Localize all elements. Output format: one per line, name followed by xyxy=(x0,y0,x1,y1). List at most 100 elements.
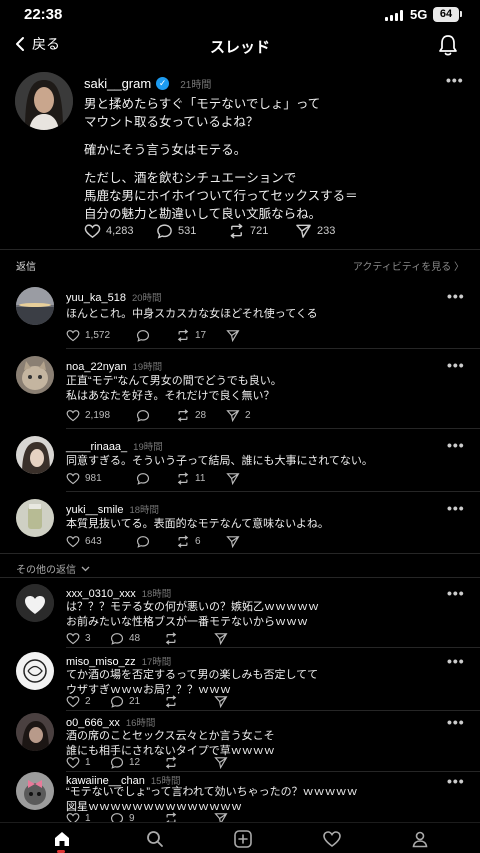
divider xyxy=(66,710,480,711)
avatar[interactable] xyxy=(16,584,54,622)
more-icon[interactable]: ••• xyxy=(446,72,464,88)
like-button[interactable]: 2 xyxy=(66,695,110,708)
battery-tip xyxy=(460,11,462,17)
post-paragraph: 男と揉めたらすぐ「モテないでしょ」って マウント取る女っているよね？ xyxy=(84,97,321,129)
comment-button[interactable]: 21 xyxy=(110,695,164,708)
avatar[interactable] xyxy=(16,772,54,810)
share-button[interactable] xyxy=(214,695,228,708)
like-button[interactable]: 1 xyxy=(66,756,110,769)
share-button[interactable] xyxy=(226,535,240,548)
send-icon xyxy=(226,330,240,342)
share-button[interactable] xyxy=(214,632,228,645)
like-button[interactable]: 981 xyxy=(66,472,136,485)
reply-text: てか酒の場を否定するって男の楽しみも否定してて ウザすぎｗｗｗお局？？？ｗｗｗ xyxy=(66,669,319,696)
repost-button[interactable]: 28 xyxy=(176,409,226,422)
reply-author[interactable]: ____rinaaa_ 19時間 xyxy=(66,439,163,453)
avatar[interactable] xyxy=(15,72,73,130)
more-icon[interactable]: ••• xyxy=(447,357,465,373)
post-actions: 4,283 531 721 233 xyxy=(84,223,335,239)
more-icon[interactable]: ••• xyxy=(447,288,465,304)
reply-author[interactable]: yuki__smile 18時間 xyxy=(66,502,159,516)
more-icon[interactable]: ••• xyxy=(447,585,465,601)
avatar[interactable] xyxy=(16,713,54,751)
search-icon[interactable] xyxy=(145,829,165,849)
comment-icon xyxy=(136,410,150,422)
username[interactable]: saki__gram xyxy=(84,76,151,91)
avatar[interactable] xyxy=(16,436,54,474)
comment-button[interactable]: 48 xyxy=(110,632,164,645)
comment-icon xyxy=(110,696,124,708)
repost-icon xyxy=(230,223,243,239)
comment-icon xyxy=(136,536,150,548)
bell-icon[interactable] xyxy=(437,33,459,57)
send-icon xyxy=(214,696,228,708)
more-icon[interactable]: ••• xyxy=(447,437,465,453)
send-icon xyxy=(226,536,240,548)
comment-button[interactable] xyxy=(136,409,176,422)
more-icon[interactable]: ••• xyxy=(447,653,465,669)
reply-actions: 1 12 xyxy=(66,756,228,769)
comment-button[interactable] xyxy=(136,472,176,485)
more-icon[interactable]: ••• xyxy=(447,714,465,730)
send-icon xyxy=(296,224,311,238)
heart-icon xyxy=(66,410,80,422)
more-icon[interactable]: ••• xyxy=(447,500,465,516)
avatar[interactable] xyxy=(16,356,54,394)
repost-button[interactable]: 6 xyxy=(176,535,226,548)
share-button[interactable] xyxy=(214,756,228,769)
repost-button[interactable]: 11 xyxy=(176,472,226,485)
post-paragraph: ただし、酒を飲むシチュエーションで 馬鹿な男にホイホイついて行ってセックスする＝自… xyxy=(84,171,358,221)
reply-text: ほんとこれ。中身スカスカな女ほどそれ使ってくる xyxy=(66,308,318,320)
reply-author[interactable]: yuu_ka_518 20時間 xyxy=(66,290,162,304)
repost-icon xyxy=(165,632,177,645)
comment-button[interactable]: 531 xyxy=(156,223,228,239)
other-replies-toggle[interactable]: その他の返信 xyxy=(16,561,90,576)
repost-button[interactable]: 721 xyxy=(228,223,295,239)
reply-text: 酒の席のことセックス云々とか言う女こそ 誰にも相手にされないタイプで草ｗｗｗｗ xyxy=(66,730,275,757)
share-button[interactable]: 233 xyxy=(295,223,335,239)
reply-text: 本質見抜いてる。表面的なモテなんて意味ないよね。 xyxy=(66,518,329,530)
compose-icon[interactable] xyxy=(233,829,253,849)
reply-actions: 2,198 28 2 xyxy=(66,409,251,422)
page-title: スレッド xyxy=(209,39,270,56)
like-button[interactable]: 643 xyxy=(66,535,136,548)
comment-icon xyxy=(110,633,124,645)
repost-button[interactable] xyxy=(164,632,214,645)
heart-icon xyxy=(66,633,80,645)
like-button[interactable]: 2,198 xyxy=(66,409,136,422)
repost-button[interactable]: 17 xyxy=(176,329,226,342)
like-button[interactable]: 1,572 xyxy=(66,329,136,342)
comment-icon xyxy=(157,224,172,239)
divider xyxy=(66,491,480,492)
comment-button[interactable] xyxy=(136,535,176,548)
share-button[interactable]: 2 xyxy=(226,409,251,422)
profile-icon[interactable] xyxy=(410,829,430,849)
comment-icon xyxy=(110,757,124,769)
like-button[interactable]: 3 xyxy=(66,632,110,645)
comment-button[interactable] xyxy=(136,329,176,342)
reply-author[interactable]: miso_miso_zz 17時間 xyxy=(66,654,171,668)
repost-icon xyxy=(177,329,189,342)
post-author[interactable]: saki__gram ✓ 21時間 xyxy=(84,76,211,91)
divider xyxy=(66,647,480,648)
heart-icon xyxy=(66,757,80,769)
reply-author[interactable]: xxx_0310_xxx 18時間 xyxy=(66,586,171,600)
repost-icon xyxy=(177,472,189,485)
battery-icon: 64 xyxy=(433,7,459,22)
comment-button[interactable]: 12 xyxy=(110,756,164,769)
avatar[interactable] xyxy=(16,499,54,537)
heart-icon[interactable] xyxy=(322,829,342,849)
avatar[interactable] xyxy=(16,287,54,325)
reply-author[interactable]: o0_666_xx 16時間 xyxy=(66,715,155,729)
home-icon[interactable] xyxy=(52,829,72,849)
repost-button[interactable] xyxy=(164,756,214,769)
repost-button[interactable] xyxy=(164,695,214,708)
like-button[interactable]: 4,283 xyxy=(84,223,156,239)
replies-header: 返信 アクティビティを見る 〉 xyxy=(16,258,464,273)
activity-link[interactable]: アクティビティを見る 〉 xyxy=(353,258,464,273)
avatar[interactable] xyxy=(16,652,54,690)
reply-author[interactable]: noa_22nyan 19時間 xyxy=(66,359,162,373)
share-button[interactable] xyxy=(226,329,240,342)
share-button[interactable] xyxy=(226,472,240,485)
post-paragraph: 確かにそう言う女はモテる。 xyxy=(84,143,247,157)
